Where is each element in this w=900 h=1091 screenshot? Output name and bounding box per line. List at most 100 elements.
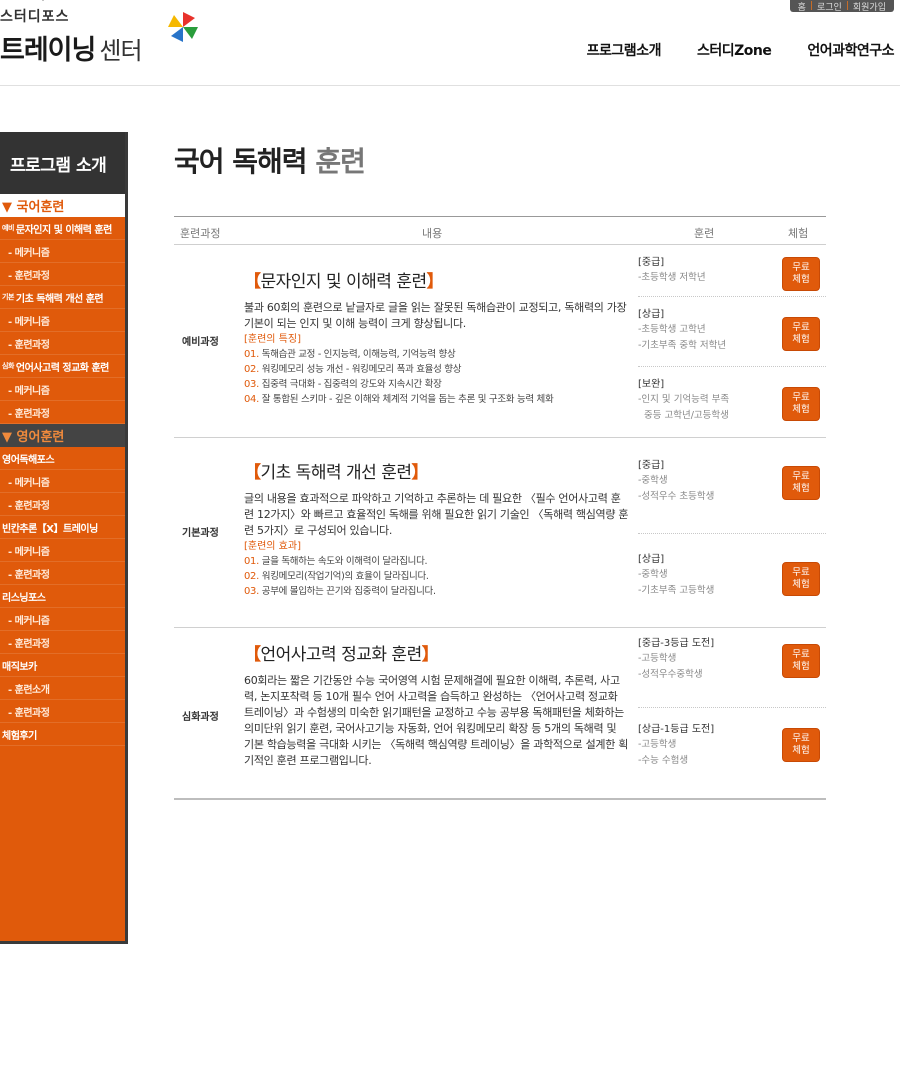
feature-text: 글을 독해하는 속도와 이해력이 달라집니다. <box>261 556 428 567</box>
bracket-close: 】 <box>411 463 428 483</box>
bracket-close: 】 <box>426 272 444 292</box>
sidebar-item-label: 문자인지 및 이해력 훈련 <box>15 224 112 236</box>
logo-title-light: 센터 <box>99 37 142 65</box>
free-trial-button[interactable]: 무료 체험 <box>782 317 820 351</box>
sidebar-sub-course[interactable]: - 훈련과정 <box>0 401 125 424</box>
row-title-text: 기초 독해력 개선 훈련 <box>260 463 412 483</box>
table-row: 심화과정 【언어사고력 정교화 훈련】 60회라는 짧은 기간동안 수능 국어영… <box>174 628 826 800</box>
row-title: 【문자인지 및 이해력 훈련】 <box>244 267 629 292</box>
sidebar-item-prefix: 심화 <box>2 362 14 370</box>
sidebar-item-label: 기초 독해력 개선 훈련 <box>15 293 104 305</box>
sidebar-header: 프로그램 소개 <box>0 132 125 194</box>
row-content: 【언어사고력 정교화 훈련】 60회라는 짧은 기간동안 수능 국어영역 시험 … <box>244 640 629 769</box>
sidebar-item-listening[interactable]: 리스닝포스 <box>0 585 125 608</box>
feature-item: 04. 잘 통합된 스키마 - 깊은 이해와 체계적 기억을 돕는 추론 및 구… <box>244 392 629 407</box>
nav-language-lab[interactable]: 언어과학연구소 <box>807 40 894 60</box>
feature-number: 04. <box>244 394 260 405</box>
free-trial-button[interactable]: 무료 체험 <box>782 387 820 421</box>
feature-number: 01. <box>244 349 260 360</box>
row-content: 【문자인지 및 이해력 훈련】 불과 60회의 훈련으로 낱글자로 글을 읽는 … <box>244 267 629 407</box>
bracket-close: 】 <box>421 645 439 665</box>
sidebar-sub-mechanism[interactable]: - 메커니즘 <box>0 378 125 401</box>
row-title-text: 문자인지 및 이해력 훈련 <box>260 272 428 292</box>
trial-label: 체험 <box>792 274 810 285</box>
free-trial-button[interactable]: 무료 체험 <box>782 466 820 500</box>
col-course: 훈련과정 <box>180 227 221 240</box>
sidebar-sub-mechanism[interactable]: - 메커니즘 <box>0 539 125 562</box>
trial-label: 체험 <box>792 404 810 415</box>
level-block: [상급] -초등학생 고학년 -기초부족 중학 저학년 무료 체험 <box>638 307 826 367</box>
logo-triangle-icon <box>38 0 48 1</box>
trial-label: 체험 <box>792 661 810 672</box>
page-title: 국어 독해력 훈련 <box>174 140 366 180</box>
row-label: 기본과정 <box>182 528 219 539</box>
bracket-open: 【 <box>244 463 261 483</box>
level-block: [중급] -중학생 -성적우수 초등학생 무료 체험 <box>638 458 826 534</box>
feature-text: 독해습관 교정 - 인지능력, 이해능력, 기억능력 향상 <box>261 349 456 360</box>
sidebar-item-magic-voca[interactable]: 매직보카 <box>0 654 125 677</box>
nav-study-zone[interactable]: 스터디Zone <box>697 40 772 60</box>
sidebar-sub-mechanism[interactable]: - 메커니즘 <box>0 608 125 631</box>
nav-program-intro[interactable]: 프로그램소개 <box>587 40 662 60</box>
free-trial-button[interactable]: 무료 체험 <box>782 728 820 762</box>
site-logo[interactable]: 스터디포스 트레이닝 센터 <box>0 0 210 80</box>
sidebar-item-advanced-thinking[interactable]: 심화 언어사고력 정교화 훈련 <box>0 355 125 378</box>
feature-text: 워킹메모리(작업기억)의 효율이 달라집니다. <box>261 571 429 582</box>
free-trial-button[interactable]: 무료 체험 <box>782 644 820 678</box>
sidebar-sub-mechanism[interactable]: - 메커니즘 <box>0 309 125 332</box>
trial-label: 체험 <box>792 483 810 494</box>
sidebar-sub-course[interactable]: - 훈련과정 <box>0 562 125 585</box>
feature-item: 02. 워킹메모리 성능 개선 - 워킹메모리 폭과 효율성 향상 <box>244 362 629 377</box>
col-content: 내용 <box>422 227 443 240</box>
row-title: 【언어사고력 정교화 훈련】 <box>244 640 629 665</box>
sidebar-item-prefix: 예비 <box>2 224 14 232</box>
free-trial-button[interactable]: 무료 체험 <box>782 257 820 291</box>
sidebar-item-char-recognition[interactable]: 예비 문자인지 및 이해력 훈련 <box>0 217 125 240</box>
row-description: 불과 60회의 훈련으로 낱글자로 글을 읽는 잘못된 독해습관이 교정되고, … <box>244 301 627 330</box>
level-block: [중급-3등급 도전] -고등학생 -성적우수중학생 무료 체험 <box>638 636 826 708</box>
sidebar-sub-course[interactable]: - 훈련과정 <box>0 700 125 723</box>
free-trial-button[interactable]: 무료 체험 <box>782 562 820 596</box>
trial-label: 무료 <box>792 322 810 333</box>
sidebar-item-basic-reading[interactable]: 기본 기초 독해력 개선 훈련 <box>0 286 125 309</box>
trial-label: 체험 <box>792 745 810 756</box>
sidebar-sub-course[interactable]: - 훈련과정 <box>0 263 125 286</box>
util-separator: | <box>809 1 813 11</box>
feature-item: 02. 워킹메모리(작업기억)의 효율이 달라집니다. <box>244 569 629 584</box>
util-separator: | <box>845 1 849 11</box>
sidebar-sub-course[interactable]: - 훈련과정 <box>0 631 125 654</box>
bracket-open: 【 <box>244 272 261 292</box>
features-heading: [훈련의 효과] <box>244 541 301 552</box>
row-content: 【기초 독해력 개선 훈련】 글의 내용을 효과적으로 파악하고 기억하고 추론… <box>244 458 629 599</box>
col-training: 훈련 <box>694 227 715 240</box>
util-join-link[interactable]: 회원가입 <box>853 0 886 13</box>
course-table: 훈련과정 내용 훈련 체험 예비과정 【문자인지 및 이해력 훈련】 불과 60… <box>174 216 826 800</box>
sidebar-item-reviews[interactable]: 체험후기 <box>0 723 125 746</box>
trial-label: 무료 <box>792 392 810 403</box>
sidebar-sub-mechanism[interactable]: - 메커니즘 <box>0 240 125 263</box>
feature-text: 워킹메모리 성능 개선 - 워킹메모리 폭과 효율성 향상 <box>261 364 462 375</box>
feature-item: 03. 집중력 극대화 - 집중력의 강도와 지속시간 확장 <box>244 377 629 392</box>
sidebar-group-korean[interactable]: ▼ 국어훈련 <box>0 194 125 217</box>
logo-title: 트레이닝 센터 <box>0 28 143 67</box>
sidebar-sub-course[interactable]: - 훈련과정 <box>0 332 125 355</box>
trial-label: 무료 <box>792 649 810 660</box>
feature-number: 02. <box>244 364 260 375</box>
level-block: [중급] -초등학생 저학년 무료 체험 <box>638 255 826 297</box>
util-login-link[interactable]: 로그인 <box>817 0 842 13</box>
level-block: [상급-1등급 도전] -고등학생 -수능 수험생 무료 체험 <box>638 722 826 782</box>
sidebar-item-blank-inference[interactable]: 빈칸추론【X】트레이닝 <box>0 516 125 539</box>
feature-text: 집중력 극대화 - 집중력의 강도와 지속시간 확장 <box>261 379 442 390</box>
feature-item: 03. 공부에 몰입하는 끈기와 집중력이 달라집니다. <box>244 584 629 599</box>
trial-label: 체험 <box>792 334 810 345</box>
sidebar-sub-intro[interactable]: - 훈련소개 <box>0 677 125 700</box>
sidebar-title: 프로그램 소개 <box>10 155 107 176</box>
sidebar-item-english-reading[interactable]: 영어독해포스 <box>0 447 125 470</box>
sidebar-sub-mechanism[interactable]: - 메커니즘 <box>0 470 125 493</box>
util-home-link[interactable]: 홈 <box>798 0 806 13</box>
row-label: 심화과정 <box>182 712 219 723</box>
sidebar-group-english[interactable]: ▼ 영어훈련 <box>0 424 125 447</box>
sidebar-sub-course[interactable]: - 훈련과정 <box>0 493 125 516</box>
feature-number: 01. <box>244 556 260 567</box>
page-title-grey: 훈련 <box>315 145 366 178</box>
